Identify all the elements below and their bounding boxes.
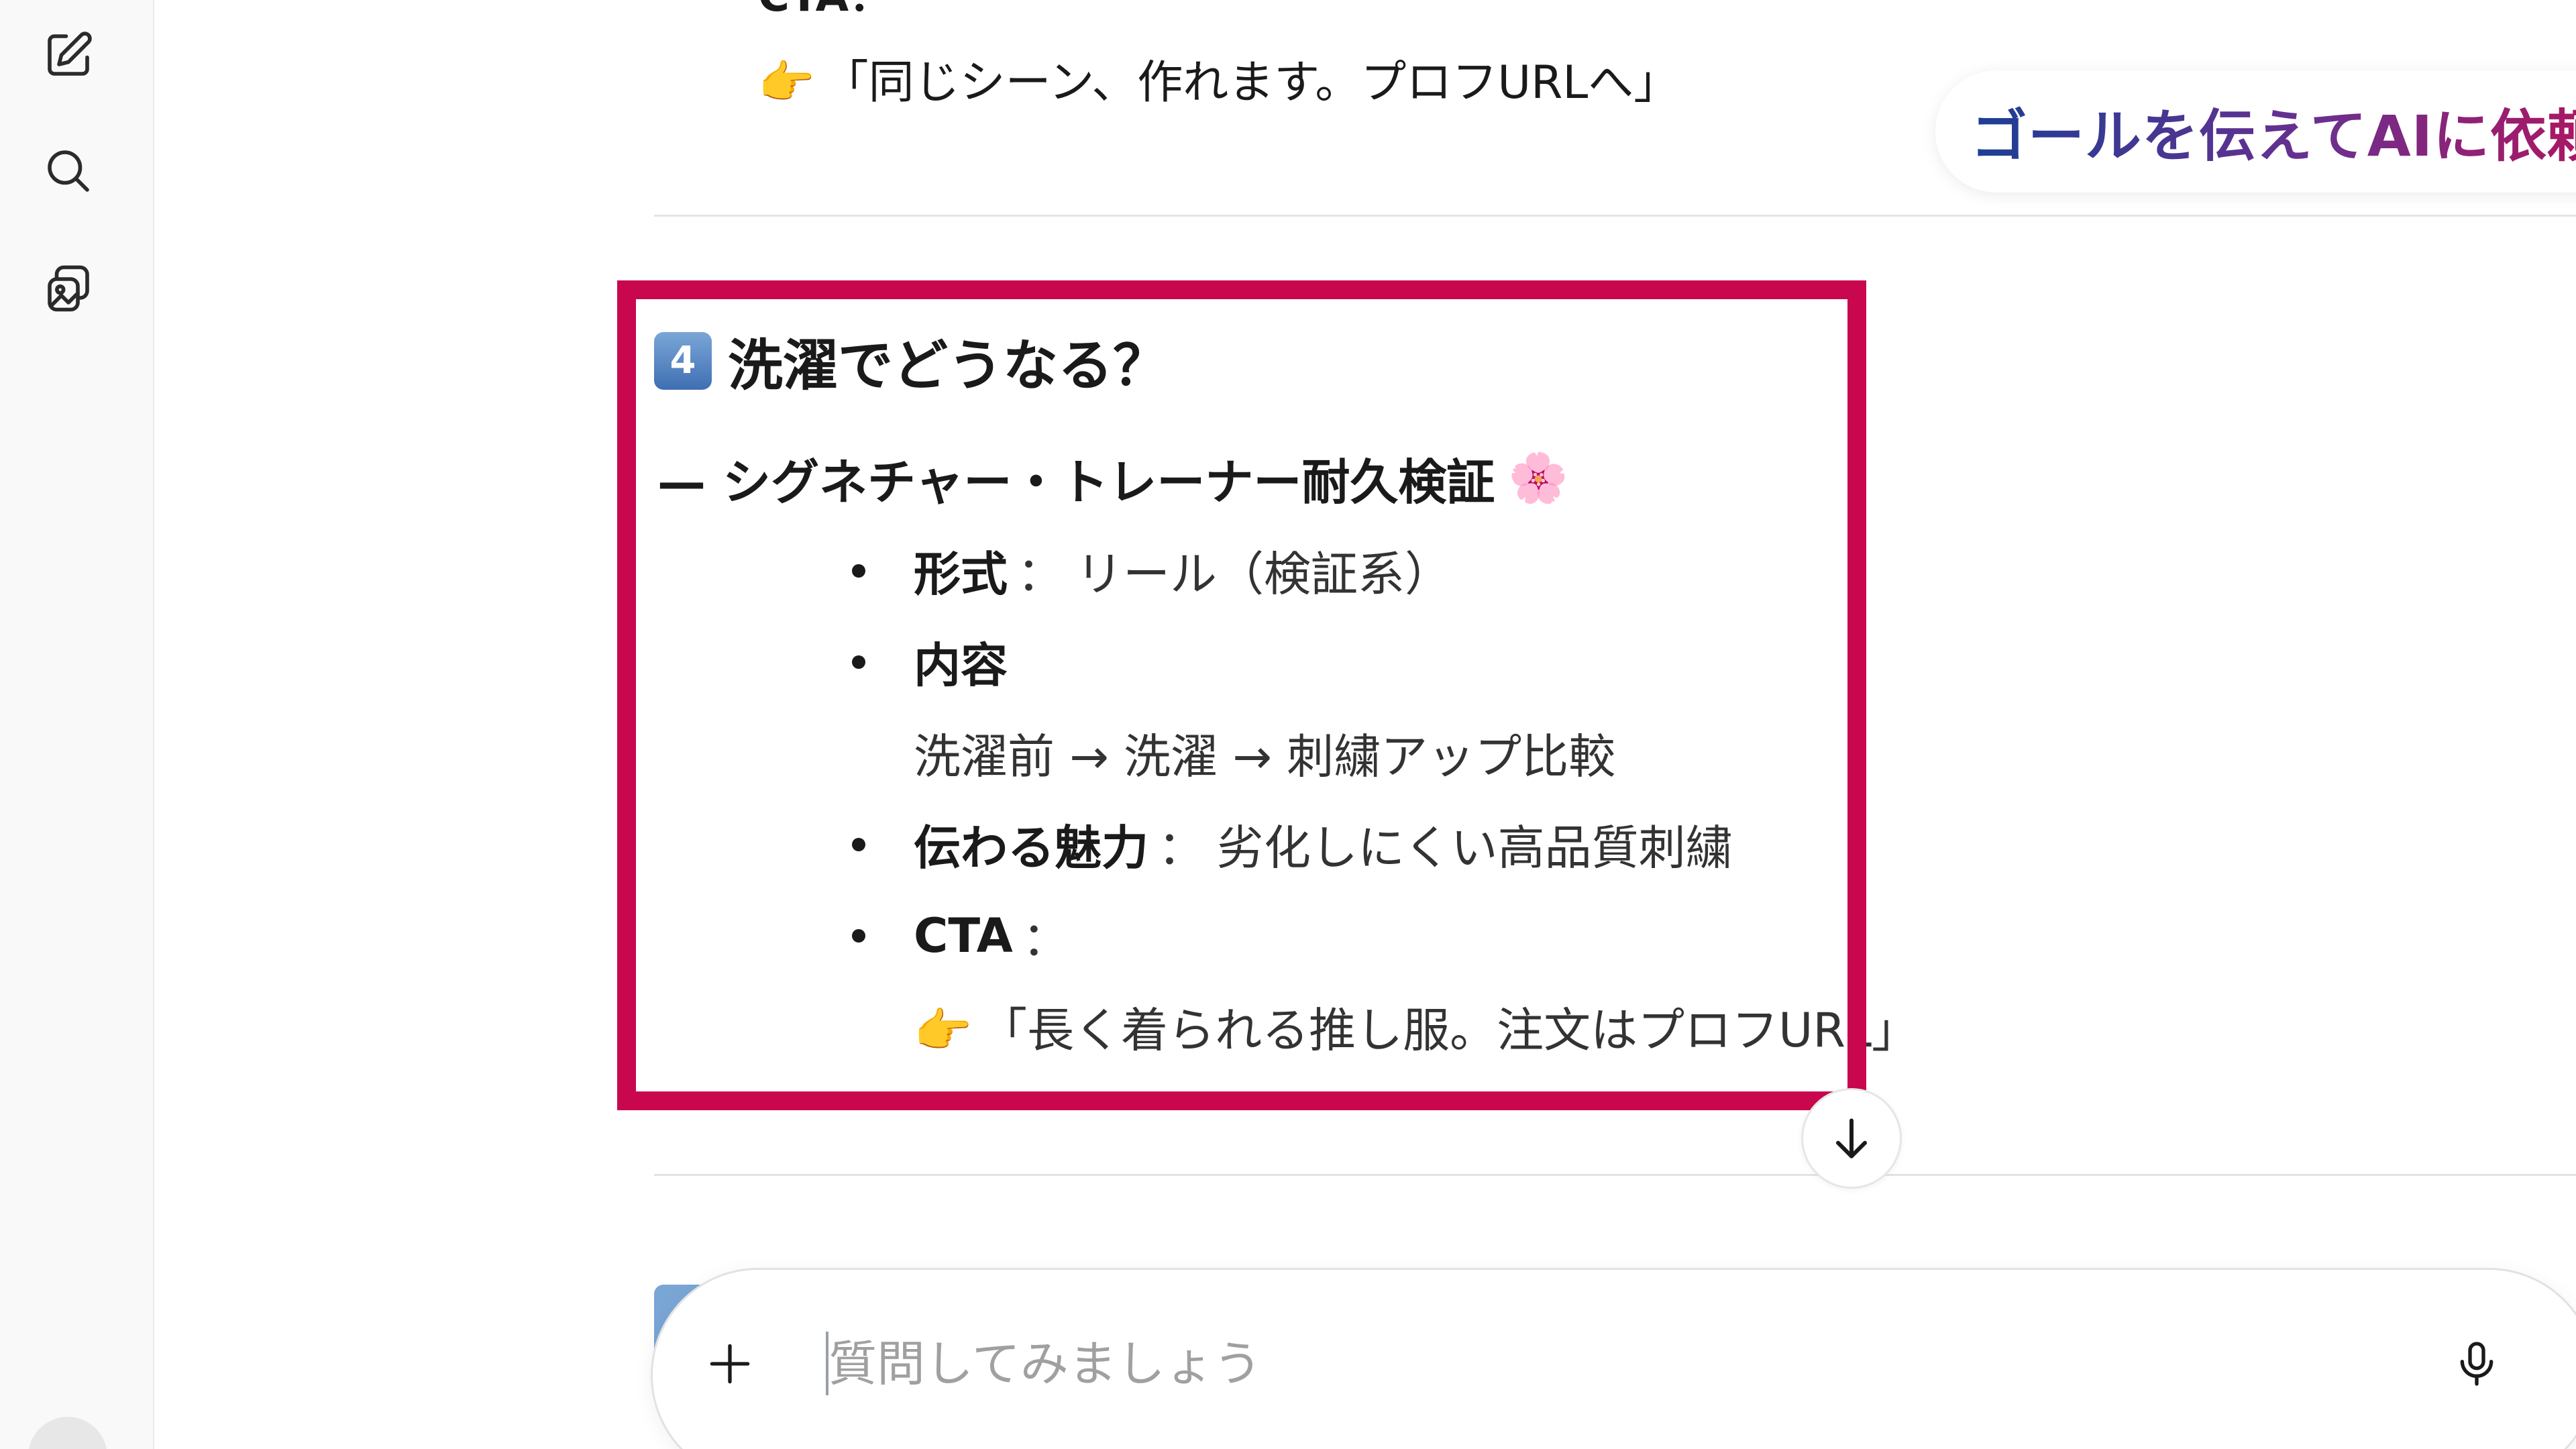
voice-input-button[interactable]: [2436, 1324, 2517, 1404]
overlay-caption-badge: ゴールを伝えてAIに依頼: [1935, 70, 2576, 193]
images-button[interactable]: [35, 255, 102, 322]
search-icon: [48, 150, 89, 192]
avatar[interactable]: [28, 1417, 107, 1449]
plus-icon: [710, 1344, 750, 1384]
images-icon: [48, 265, 89, 312]
previous-cta-quote: 👉 「同じシーン、作れます。プロフURLへ」: [758, 52, 1679, 114]
new-chat-icon: [48, 32, 92, 76]
message-divider: [654, 1174, 2576, 1176]
chat-content: CTA： 👉「同じシーン、作れます。プロフURLへ」 4 洗濯でどうなる？ — …: [154, 0, 2576, 1449]
search-button[interactable]: [35, 138, 102, 205]
sidebar: [0, 0, 154, 1449]
new-chat-button[interactable]: [35, 21, 102, 89]
microphone-icon: [2460, 1342, 2493, 1386]
message-divider: [654, 215, 2576, 217]
badge-text: ゴールを伝えてAIに依頼: [1971, 91, 2576, 172]
highlight-frame: [617, 280, 1866, 1110]
message-input[interactable]: [828, 1317, 2304, 1411]
add-attachment-button[interactable]: [693, 1327, 767, 1401]
chat-screen: CTA： 👉「同じシーン、作れます。プロフURLへ」 4 洗濯でどうなる？ — …: [0, 0, 2576, 1449]
previous-quote-text: 「同じシーン、作れます。プロフURLへ」: [822, 56, 1680, 109]
previous-cta-label: CTA：: [758, 0, 932, 13]
pointing-hand-icon: 👉: [758, 56, 815, 109]
message-composer: [651, 1268, 2576, 1449]
scroll-to-bottom-button[interactable]: [1801, 1088, 1902, 1189]
arrow-down-icon: [1836, 1118, 1867, 1159]
